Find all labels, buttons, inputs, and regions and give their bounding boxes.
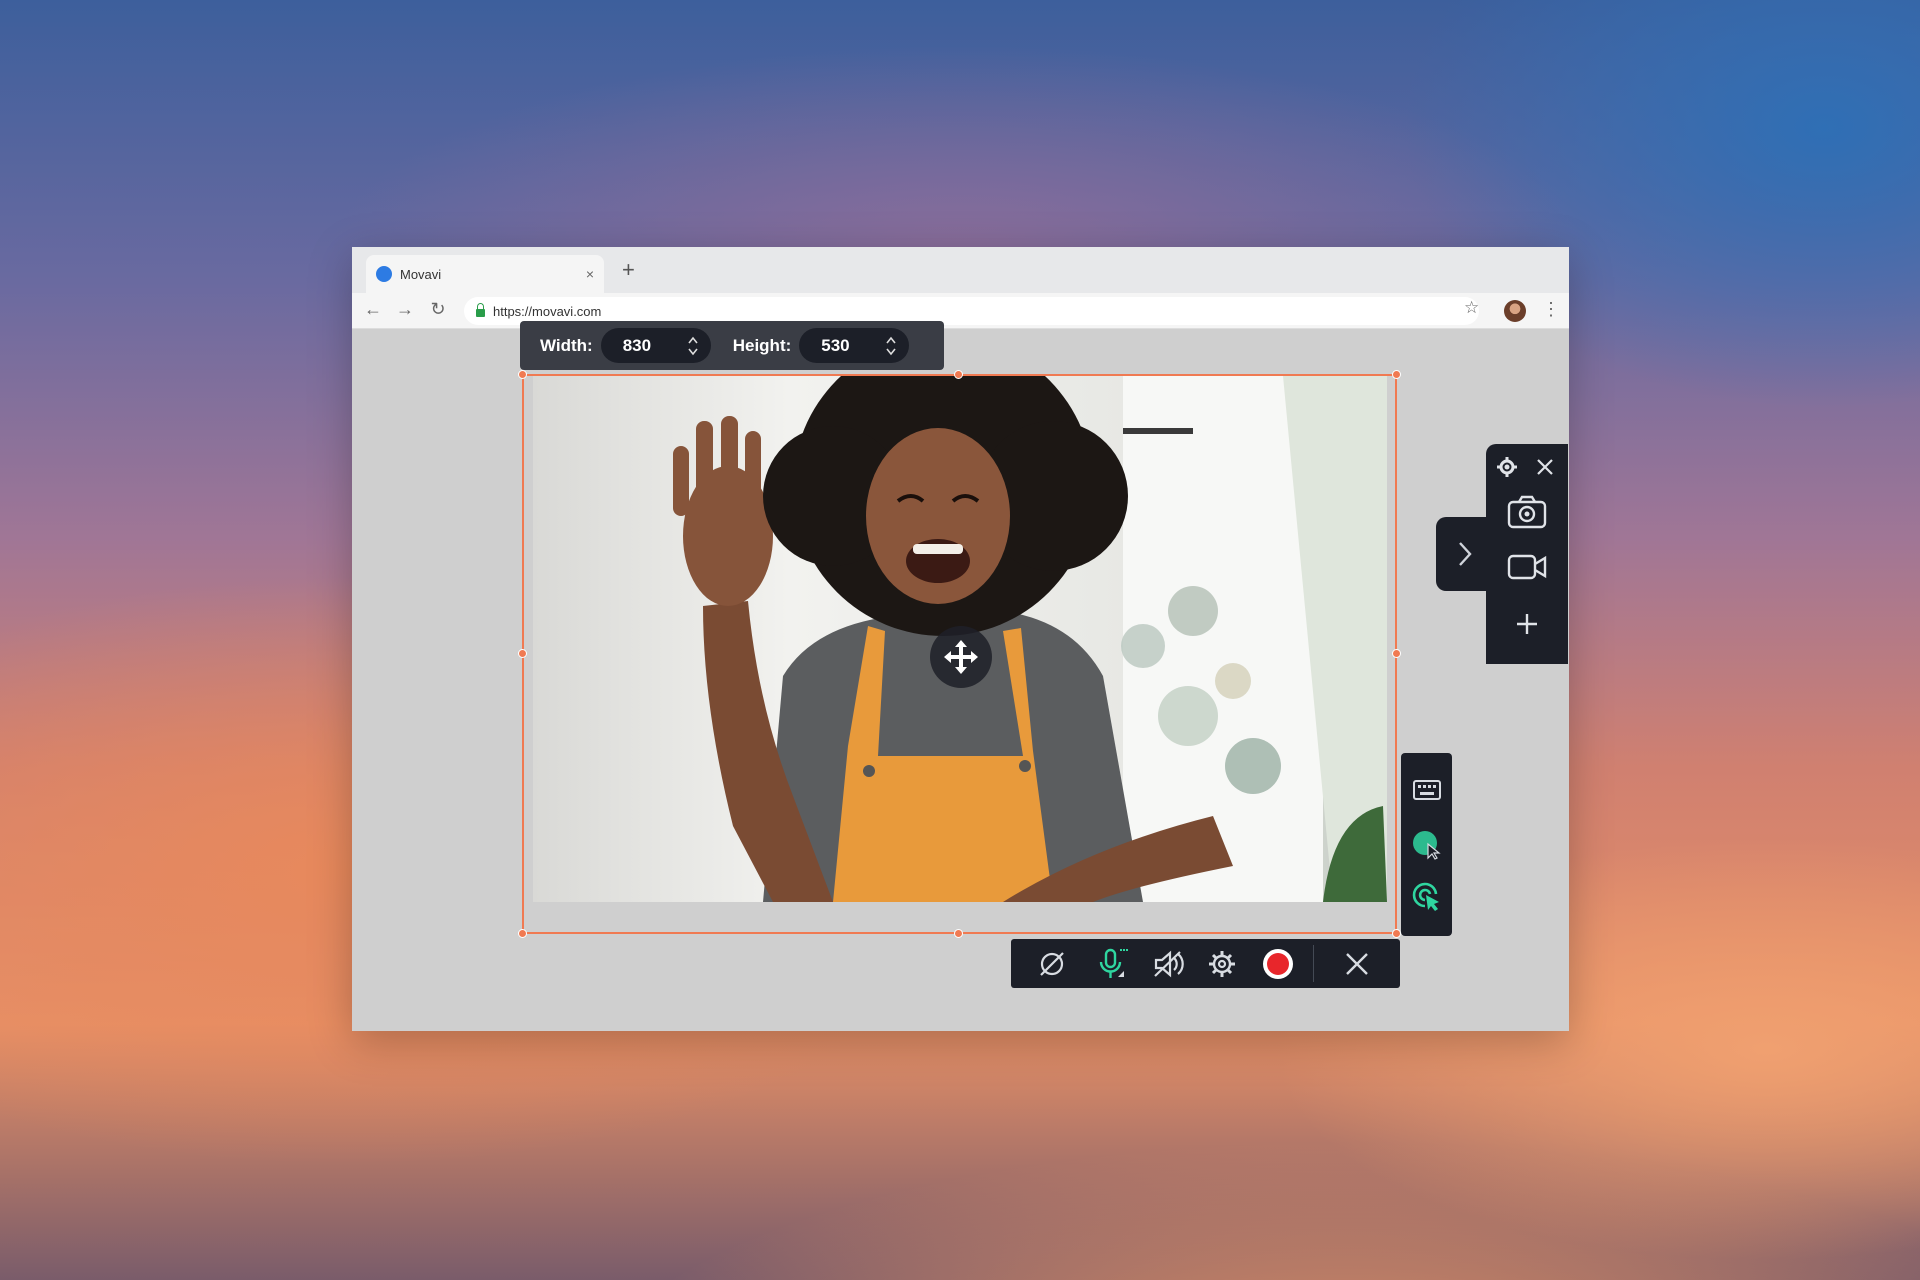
new-tab-button[interactable]: + bbox=[622, 257, 635, 283]
capture-size-panel: Width: 830 Height: 530 bbox=[520, 321, 944, 370]
close-icon bbox=[1346, 952, 1368, 975]
recording-toolbar bbox=[1011, 939, 1400, 988]
webcam-toggle-button[interactable] bbox=[1035, 939, 1069, 988]
close-icon[interactable] bbox=[1536, 458, 1554, 476]
system-audio-button[interactable] bbox=[1149, 939, 1187, 988]
effects-side-panel bbox=[1401, 753, 1452, 936]
record-icon bbox=[1263, 948, 1293, 979]
webcam-off-icon bbox=[1040, 951, 1064, 976]
microphone-icon bbox=[1099, 948, 1128, 978]
tab-close-icon[interactable]: × bbox=[586, 266, 594, 282]
browser-menu-icon[interactable]: ⋮ bbox=[1542, 299, 1560, 320]
resize-handle-top-right[interactable] bbox=[1392, 370, 1401, 379]
chevron-right-icon bbox=[1459, 542, 1472, 566]
height-input[interactable]: 530 bbox=[799, 328, 910, 363]
plus-icon[interactable] bbox=[1515, 612, 1539, 636]
resize-handle-top[interactable] bbox=[954, 370, 963, 379]
resize-handle-bottom-right[interactable] bbox=[1392, 929, 1401, 938]
settings-button[interactable] bbox=[1205, 939, 1239, 988]
lock-icon bbox=[476, 303, 485, 317]
height-value[interactable]: 530 bbox=[821, 336, 849, 356]
system-audio-muted-icon bbox=[1154, 950, 1184, 977]
resize-handle-bottom-left[interactable] bbox=[518, 929, 527, 938]
width-spinner-icon[interactable] bbox=[687, 335, 699, 357]
move-handle[interactable] bbox=[930, 626, 992, 688]
screenshot-camera-icon[interactable] bbox=[1506, 494, 1548, 530]
move-arrows-icon bbox=[944, 640, 978, 674]
keyboard-icon[interactable] bbox=[1412, 779, 1442, 801]
resize-handle-top-left[interactable] bbox=[518, 370, 527, 379]
tab-title: Movavi bbox=[400, 266, 442, 282]
toolbar-separator bbox=[1313, 945, 1314, 982]
video-camera-icon[interactable] bbox=[1506, 552, 1548, 582]
height-label: Height: bbox=[732, 335, 792, 355]
profile-avatar[interactable] bbox=[1504, 300, 1526, 322]
bookmark-star-icon[interactable]: ☆ bbox=[1464, 298, 1479, 318]
microphone-button[interactable] bbox=[1091, 939, 1131, 988]
browser-tab[interactable]: Movavi × bbox=[366, 255, 604, 293]
settings-gear-icon bbox=[1209, 950, 1235, 977]
resize-handle-bottom[interactable] bbox=[954, 929, 963, 938]
width-value[interactable]: 830 bbox=[623, 336, 651, 356]
favicon-icon bbox=[376, 266, 392, 282]
click-effect-icon[interactable] bbox=[1411, 880, 1443, 912]
mouse-highlight-icon[interactable] bbox=[1411, 829, 1443, 861]
resize-handle-right[interactable] bbox=[1392, 649, 1401, 658]
capture-widget bbox=[1486, 444, 1568, 664]
record-button[interactable] bbox=[1259, 939, 1297, 988]
forward-button[interactable]: → bbox=[394, 299, 416, 320]
url-text: https://movavi.com bbox=[493, 303, 602, 319]
width-label: Width: bbox=[540, 335, 593, 355]
resize-handle-left[interactable] bbox=[518, 649, 527, 658]
height-spinner-icon[interactable] bbox=[885, 335, 897, 357]
width-input[interactable]: 830 bbox=[600, 328, 711, 363]
gear-icon[interactable] bbox=[1496, 456, 1518, 478]
reload-button[interactable]: ↻ bbox=[427, 299, 449, 320]
close-recording-button[interactable] bbox=[1337, 939, 1377, 988]
tab-strip: Movavi × + bbox=[352, 247, 1569, 293]
back-button[interactable]: ← bbox=[362, 299, 384, 320]
